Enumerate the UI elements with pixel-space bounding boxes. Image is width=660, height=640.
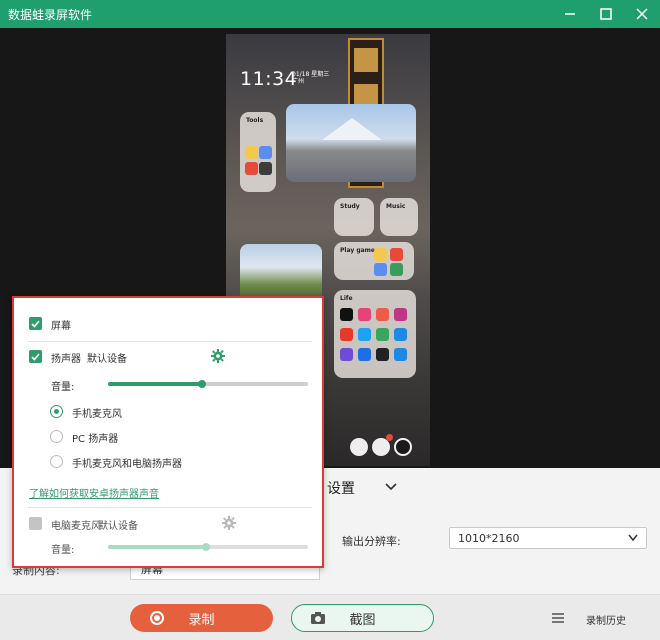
slider-handle[interactable] [202, 543, 210, 551]
field-photo [240, 244, 322, 302]
pc-mic-volume-label: 音量: [51, 545, 75, 556]
wechat-app-icon [350, 438, 368, 456]
mic-option-radio-0[interactable] [50, 405, 63, 418]
resolution-select[interactable]: 1010*2160 [449, 527, 647, 549]
resolution-value: 1010*2160 [458, 532, 520, 545]
app-title: 数据蛙录屏软件 [8, 7, 93, 22]
mic-option-radio-1[interactable] [50, 430, 63, 443]
phone-date: 01/18 星期三 广州 [292, 71, 330, 85]
mic-option-label-1: PC 扬声器 [72, 434, 119, 445]
study-widget: Study [334, 198, 374, 236]
record-icon [150, 611, 164, 625]
settings-tab[interactable]: 设置 [327, 478, 355, 498]
close-icon [636, 8, 648, 20]
close-button[interactable] [624, 0, 660, 28]
audio-source-popup: 屏幕 扬声器 默认设备 音量: 手机麦克风 PC 扬声器 手机麦克风和电脑扬声器… [12, 296, 324, 568]
pc-mic-checkbox[interactable] [29, 517, 42, 530]
maximize-button[interactable] [588, 0, 624, 28]
check-icon [31, 353, 40, 361]
record-button[interactable]: 录制 [130, 604, 273, 632]
minimize-button[interactable] [552, 0, 588, 28]
speaker-label: 扬声器 [51, 354, 81, 365]
life-widget: Life [334, 290, 416, 378]
mic-option-label-0: 手机麦克风 [72, 409, 122, 420]
qq-app-icon [394, 438, 412, 456]
list-icon[interactable] [551, 611, 565, 625]
pc-mic-volume-slider[interactable] [108, 543, 308, 551]
minimize-icon [565, 13, 575, 15]
screen-label: 屏幕 [51, 321, 71, 332]
resolution-label: 输出分辨率: [342, 535, 401, 548]
games-widget: Play games [334, 242, 414, 280]
speaker-volume-slider[interactable] [108, 380, 308, 388]
mic-option-radio-2[interactable] [50, 455, 63, 468]
music-widget: Music [380, 198, 418, 236]
phone-clock: 11:34 [240, 68, 298, 90]
gear-icon[interactable] [222, 516, 236, 530]
slider-handle[interactable] [198, 380, 206, 388]
pc-mic-label: 电脑麦克风 [51, 521, 101, 532]
screenshot-button[interactable]: 截图 [291, 604, 434, 632]
maximize-icon [600, 8, 612, 20]
notification-badge [386, 434, 393, 441]
tools-widget: Tools [240, 112, 276, 192]
screenshot-label: 截图 [349, 612, 376, 628]
record-history-link[interactable]: 录制历史 [586, 612, 626, 627]
check-icon [31, 320, 40, 328]
speaker-device: 默认设备 [87, 354, 127, 365]
chevron-down-icon[interactable] [384, 482, 398, 492]
mic-option-label-2: 手机麦克风和电脑扬声器 [72, 459, 182, 470]
camera-icon [311, 612, 325, 624]
chevron-down-icon [628, 534, 638, 542]
mountain-photo [286, 104, 416, 182]
speaker-volume-label: 音量: [51, 382, 75, 393]
android-speaker-help-link[interactable]: 了解如何获取安卓扬声器声音 [29, 485, 159, 500]
pc-mic-device: 默认设备 [98, 521, 138, 532]
speaker-checkbox[interactable] [29, 350, 42, 363]
title-bar: 数据蛙录屏软件 [0, 0, 660, 28]
record-label: 录制 [188, 612, 215, 628]
screen-checkbox[interactable] [29, 317, 42, 330]
gear-icon[interactable] [211, 349, 225, 363]
